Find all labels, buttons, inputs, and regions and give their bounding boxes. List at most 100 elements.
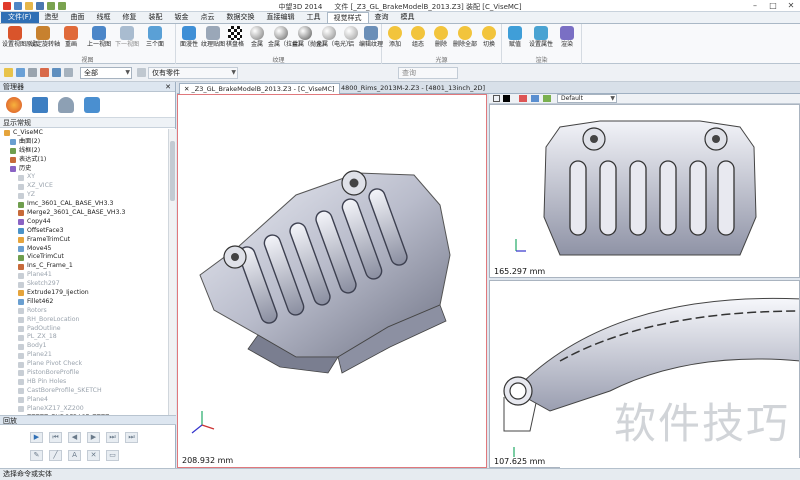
pick-icon[interactable] xyxy=(16,68,25,77)
metal-polished-button[interactable]: 金属（抛光） xyxy=(292,26,328,48)
redraw-button[interactable]: 重画 xyxy=(58,26,84,48)
tree-item[interactable]: YZ xyxy=(0,191,168,200)
tree-item[interactable]: Copy44 xyxy=(0,218,168,227)
tree-item[interactable]: CastBoreProfile_SKETCH xyxy=(0,387,168,396)
tab-direct-edit[interactable]: 直接编辑 xyxy=(261,12,301,23)
tree-item[interactable]: Merge2_3601_CAL_BASE_VH3.3 xyxy=(0,209,168,218)
doc-tab-rims[interactable]: 4800_Rims_2013M-2.Z3 - [4801_13inch_2D] xyxy=(337,83,489,94)
metal-button[interactable]: 金属 xyxy=(244,26,270,48)
close-icon[interactable]: ✕ xyxy=(165,82,171,92)
doc-tab-brake[interactable]: ✕ _Z3_GL_BrakeModelB_2013.Z3 - [C_ViseMC… xyxy=(179,83,340,94)
assembly-manager-icon[interactable] xyxy=(32,96,48,113)
next-view-button[interactable]: 下一视图 xyxy=(114,26,140,48)
step-next-icon[interactable]: ⏭ xyxy=(106,432,119,443)
render-button[interactable]: 渲染 xyxy=(554,26,580,48)
metal-brushed-button[interactable]: 金属（拉丝） xyxy=(268,26,304,48)
set-properties-button[interactable]: 设置属性 xyxy=(528,26,554,48)
layer-icon[interactable] xyxy=(52,68,61,77)
tree-item[interactable]: 表达式(1) xyxy=(0,156,168,165)
style-icon[interactable] xyxy=(519,95,527,102)
tree-item[interactable]: Plane41 xyxy=(0,271,168,280)
tree-item[interactable]: PL_ZX_18 xyxy=(0,333,168,342)
tree-item[interactable]: Plane Pivot Check xyxy=(0,360,168,369)
part-manager-icon[interactable] xyxy=(84,96,100,113)
main-viewport[interactable]: 208.932 mm xyxy=(177,94,487,468)
face-diffuse-button[interactable]: 面漫性 xyxy=(176,26,202,48)
display-filter[interactable]: 显示常规 xyxy=(0,118,175,128)
view-manager-icon[interactable] xyxy=(58,96,74,113)
tab-repair[interactable]: 修复 xyxy=(117,12,143,23)
history-manager-icon[interactable] xyxy=(6,96,22,113)
search-input[interactable]: 查询 xyxy=(398,67,458,79)
tab-file[interactable]: 文件(F) xyxy=(1,12,39,23)
minimize-icon[interactable]: – xyxy=(746,0,764,11)
tree-item[interactable]: Extrude179_Ijection xyxy=(0,289,168,298)
snap-icon[interactable] xyxy=(64,68,73,77)
tree-item[interactable]: Fillet462 xyxy=(0,298,168,307)
tree-item[interactable]: Imc_3601_CAL_BASE_VH3.3 xyxy=(0,200,168,209)
tab-modeling[interactable]: 造型 xyxy=(39,12,65,23)
tree-item[interactable]: Ins_C_Frame_1 xyxy=(0,262,168,271)
tree-item[interactable]: XZ_VICE xyxy=(0,182,168,191)
tree-item[interactable]: XY xyxy=(0,173,168,182)
tree-item[interactable]: Rotors xyxy=(0,307,168,316)
tree-item[interactable]: Body1 xyxy=(0,342,168,351)
tree-scrollbar[interactable] xyxy=(168,129,176,415)
assign-button[interactable]: 赋值 xyxy=(502,26,528,48)
set-rotate-axis-button[interactable]: 设定旋转轴 xyxy=(30,26,60,48)
tree-item[interactable]: Sketch297 xyxy=(0,280,168,289)
color-swatch-icon[interactable] xyxy=(503,95,510,102)
three-views-button[interactable]: 三个面 xyxy=(142,26,168,48)
tab-assembly[interactable]: 装配 xyxy=(143,12,169,23)
display-icon[interactable] xyxy=(543,95,551,102)
tab-surface[interactable]: 曲面 xyxy=(65,12,91,23)
step-back-icon[interactable]: ◀ xyxy=(68,432,81,443)
filter-icon[interactable] xyxy=(40,68,49,77)
tree-item[interactable]: ViceTrimCut xyxy=(0,253,168,262)
tab-sheetmetal[interactable]: 钣金 xyxy=(169,12,195,23)
shade-icon[interactable] xyxy=(531,95,539,102)
folder-icon[interactable]: ▭ xyxy=(106,450,119,461)
tree-item[interactable]: FrameTrimCut xyxy=(0,236,168,245)
select-icon[interactable] xyxy=(4,68,13,77)
tree-item[interactable]: Plane4 xyxy=(0,396,168,405)
tree-item[interactable]: PadOutline xyxy=(0,325,168,334)
tab-mold[interactable]: 模具 xyxy=(395,12,421,23)
tree-item[interactable]: PistonBoreProfile xyxy=(0,369,168,378)
tab-tools[interactable]: 工具 xyxy=(301,12,327,23)
tab-wireframe[interactable]: 线框 xyxy=(91,12,117,23)
edit-icon[interactable]: ✎ xyxy=(30,450,43,461)
tab-pointcloud[interactable]: 点云 xyxy=(195,12,221,23)
step-forward-icon[interactable]: ▶ xyxy=(87,432,100,443)
tree-item[interactable]: Move45 xyxy=(0,245,168,254)
close-icon[interactable]: ✕ xyxy=(782,0,800,11)
tree-item[interactable]: OffsetFace3 xyxy=(0,227,168,236)
part-filter-icon[interactable] xyxy=(137,68,146,77)
delete-light-button[interactable]: 删除 xyxy=(428,26,454,48)
set-view-origin-button[interactable]: 设置视图原点 xyxy=(2,26,38,48)
step-last-icon[interactable]: ⏭ xyxy=(125,432,138,443)
part-filter-dropdown[interactable]: 仅有零件 ▼ xyxy=(148,67,238,79)
play-icon[interactable]: ▶ xyxy=(30,432,43,443)
tab-data-exchange[interactable]: 数据交换 xyxy=(221,12,261,23)
tree-item[interactable]: Plane21 xyxy=(0,351,168,360)
tree-item[interactable]: C_ViseMC xyxy=(0,129,168,138)
edit-texture-button[interactable]: 编辑纹理 xyxy=(358,26,384,48)
tree-item[interactable]: RH_BoreLocation xyxy=(0,316,168,325)
previous-view-button[interactable]: 上一视图 xyxy=(86,26,112,48)
close-icon[interactable]: ✕ xyxy=(184,85,192,93)
tree-item[interactable]: 线框(2) xyxy=(0,147,168,156)
minus-icon[interactable] xyxy=(28,68,37,77)
step-first-icon[interactable]: ⏮ xyxy=(49,432,62,443)
maximize-icon[interactable]: □ xyxy=(764,0,782,11)
visual-style-dropdown[interactable]: Default ▼ xyxy=(557,94,617,103)
scrollbar-thumb[interactable] xyxy=(170,141,175,201)
front-viewport[interactable]: 165.297 mm xyxy=(489,104,800,278)
tree-item[interactable]: PlaneXZ17_XZ200 xyxy=(0,405,168,414)
filter-dropdown[interactable]: 全部 ▼ xyxy=(80,67,132,79)
delete-all-lights-button[interactable]: 删除全部 xyxy=(452,26,478,48)
toggle-light-button[interactable]: 切换 xyxy=(476,26,502,48)
tree-item[interactable]: 曲面(2) xyxy=(0,138,168,147)
line-icon[interactable]: ╱ xyxy=(49,450,62,461)
tab-query[interactable]: 查询 xyxy=(369,12,395,23)
